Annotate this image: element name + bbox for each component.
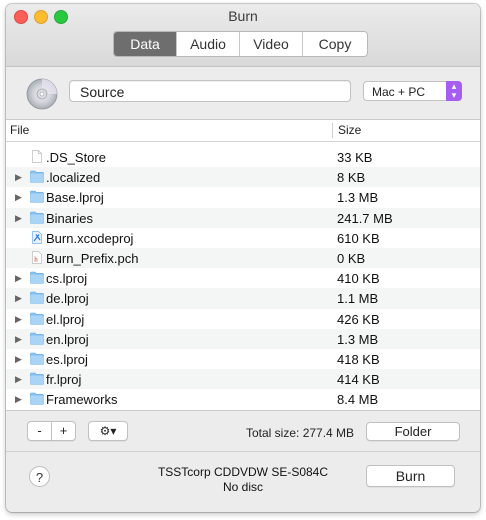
remove-button[interactable]: - bbox=[27, 421, 52, 441]
table-row[interactable]: ▶ en.lproj 1.3 MB bbox=[6, 328, 480, 349]
file-name: .DS_Store bbox=[46, 150, 106, 165]
table-row[interactable]: ▶ Binaries 241.7 MB bbox=[6, 207, 480, 228]
file-size: 418 KB bbox=[337, 351, 380, 367]
burn-window: Burn Data Audio Video Copy Source Mac + … bbox=[6, 4, 480, 512]
file-name: es.lproj bbox=[46, 351, 88, 367]
table-row[interactable]: h Burn_Prefix.pch 0 KB bbox=[6, 247, 480, 269]
folder-icon bbox=[30, 392, 44, 406]
table-row[interactable]: ▶ cs.lproj 410 KB bbox=[6, 268, 480, 288]
file-name: el.lproj bbox=[46, 311, 85, 327]
file-size: 426 KB bbox=[337, 311, 380, 327]
folder-icon bbox=[30, 190, 44, 204]
source-row: Source Mac + PC ▴ ▾ bbox=[6, 66, 480, 120]
table-row[interactable]: ▶ .localized 8 KB bbox=[6, 167, 480, 188]
file-name: cs.lproj bbox=[46, 271, 88, 287]
disc-icon bbox=[26, 78, 58, 110]
file-name: de.lproj bbox=[46, 291, 89, 307]
table-row[interactable]: ▶ Frameworks 8.4 MB bbox=[6, 389, 480, 409]
file-size: 610 KB bbox=[337, 230, 380, 246]
mode-tabs: Data Audio Video Copy bbox=[113, 31, 368, 57]
footer: ? TSSTcorp CDDVDW SE-S084C No disc Burn bbox=[6, 451, 480, 512]
file-rows: .DS_Store 33 KB ▶ .localized 8 KB ▶ Base.lproj… bbox=[6, 147, 480, 409]
disclosure-triangle-icon[interactable]: ▶ bbox=[15, 273, 22, 284]
tab-audio[interactable]: Audio bbox=[177, 32, 240, 56]
file-size: 414 KB bbox=[337, 372, 380, 388]
disclosure-triangle-icon[interactable]: ▶ bbox=[15, 334, 22, 345]
file-name: en.lproj bbox=[46, 331, 89, 347]
folder-icon bbox=[30, 332, 44, 345]
burn-button[interactable]: Burn bbox=[366, 465, 455, 487]
file-name: Binaries bbox=[46, 210, 93, 226]
file-name: fr.lproj bbox=[46, 372, 82, 388]
file-table[interactable]: File Size .DS_Store 33 KB ▶ .localized 8 KB ▶… bbox=[6, 119, 480, 411]
file-size: 33 KB bbox=[337, 150, 373, 165]
file-size: 1.3 MB bbox=[337, 190, 379, 206]
source-field[interactable]: Source bbox=[69, 80, 351, 102]
total-size: Total size: 277.4 MB bbox=[246, 426, 355, 440]
table-row[interactable]: ▶ Base.lproj 1.3 MB bbox=[6, 187, 480, 207]
file-size: 8.4 MB bbox=[337, 392, 379, 408]
folder-icon bbox=[30, 352, 44, 365]
tab-video[interactable]: Video bbox=[240, 32, 303, 56]
folder-icon bbox=[30, 372, 44, 385]
table-row[interactable]: ▶ fr.lproj 414 KB bbox=[6, 369, 480, 390]
table-row[interactable]: ▶ es.lproj 418 KB bbox=[6, 349, 480, 369]
file-size: 0 KB bbox=[337, 250, 366, 266]
table-row[interactable]: .DS_Store 33 KB bbox=[6, 147, 480, 167]
file-size: 8 KB bbox=[337, 170, 366, 186]
format-select[interactable]: Mac + PC ▴ ▾ bbox=[363, 81, 462, 101]
column-header-size[interactable]: Size bbox=[338, 120, 361, 141]
disclosure-triangle-icon[interactable]: ▶ bbox=[15, 394, 22, 405]
format-select-value: Mac + PC bbox=[372, 85, 426, 99]
table-toolbar: - + ⚙▾ Total size: 277.4 MB Folder bbox=[6, 411, 480, 451]
folder-icon bbox=[30, 291, 44, 305]
svg-text:h: h bbox=[34, 255, 38, 263]
file-name: Burn.xcodeproj bbox=[46, 230, 134, 246]
file-size: 1.3 MB bbox=[337, 331, 379, 347]
column-header-file[interactable]: File bbox=[10, 120, 29, 141]
table-row[interactable]: ▶ de.lproj 1.1 MB bbox=[6, 288, 480, 309]
file-size: 241.7 MB bbox=[337, 210, 393, 226]
disclosure-triangle-icon[interactable]: ▶ bbox=[15, 374, 22, 385]
tab-data[interactable]: Data bbox=[114, 32, 177, 56]
disclosure-triangle-icon[interactable]: ▶ bbox=[15, 172, 22, 183]
disclosure-triangle-icon[interactable]: ▶ bbox=[15, 293, 22, 304]
file-size: 1.1 MB bbox=[337, 291, 379, 307]
folder-icon bbox=[30, 211, 44, 224]
file-name: .localized bbox=[46, 170, 101, 186]
header-file-icon: h bbox=[30, 251, 44, 264]
disclosure-triangle-icon[interactable]: ▶ bbox=[15, 314, 22, 325]
gear-icon: ⚙▾ bbox=[99, 424, 117, 438]
table-header: File Size bbox=[6, 120, 480, 142]
document-icon bbox=[30, 150, 44, 163]
folder-icon bbox=[30, 271, 44, 284]
disclosure-triangle-icon[interactable]: ▶ bbox=[15, 213, 22, 224]
tab-copy[interactable]: Copy bbox=[303, 32, 367, 56]
window-title: Burn bbox=[228, 8, 258, 24]
gear-menu-button[interactable]: ⚙▾ bbox=[88, 421, 128, 441]
titlebar: Burn Data Audio Video Copy bbox=[6, 4, 480, 67]
folder-icon bbox=[30, 170, 44, 183]
select-arrows-icon: ▴ ▾ bbox=[446, 81, 462, 101]
file-name: Base.lproj bbox=[46, 190, 104, 206]
table-row[interactable]: ▶ el.lproj 426 KB bbox=[6, 309, 480, 329]
column-separator bbox=[332, 123, 333, 138]
disclosure-triangle-icon[interactable]: ▶ bbox=[15, 192, 22, 203]
folder-icon bbox=[30, 312, 44, 325]
xcode-project-icon bbox=[30, 230, 44, 244]
disclosure-triangle-icon[interactable]: ▶ bbox=[15, 354, 22, 365]
add-button[interactable]: + bbox=[51, 421, 76, 441]
table-row[interactable]: Burn.xcodeproj 610 KB bbox=[6, 228, 480, 248]
file-name: Burn_Prefix.pch bbox=[46, 250, 139, 266]
file-name: Frameworks bbox=[46, 392, 118, 408]
file-size: 410 KB bbox=[337, 271, 380, 287]
folder-button[interactable]: Folder bbox=[366, 422, 460, 441]
